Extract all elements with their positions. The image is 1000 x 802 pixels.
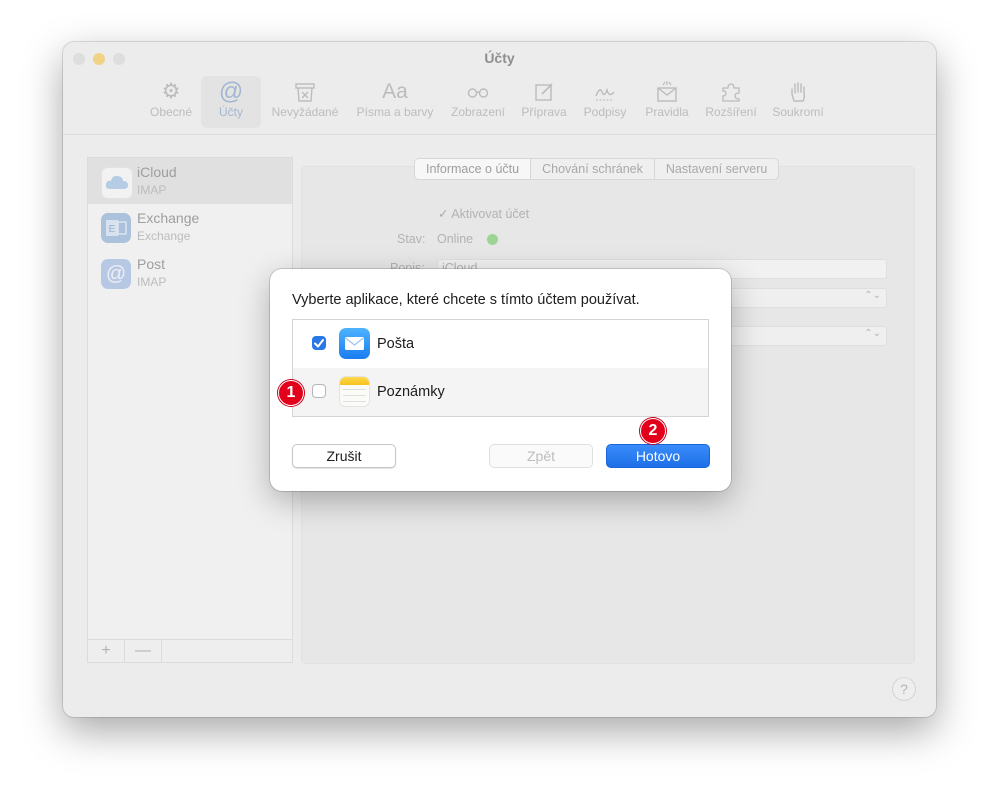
notes-app-icon xyxy=(339,376,370,407)
notes-checkbox[interactable] xyxy=(312,384,326,398)
dialog-message: Vyberte aplikace, které chcete s tímto ú… xyxy=(292,292,640,308)
cancel-button[interactable]: Zrušit xyxy=(292,444,396,468)
back-button[interactable]: Zpět xyxy=(489,444,593,468)
apps-list: Pošta Poznámky xyxy=(292,319,709,417)
app-row-notes[interactable]: Poznámky xyxy=(293,368,708,416)
mail-label: Pošta xyxy=(377,336,415,352)
notes-label: Poznámky xyxy=(377,384,445,400)
mail-checkbox[interactable] xyxy=(312,336,326,350)
callout-badge-1: 1 xyxy=(278,380,304,406)
done-button[interactable]: Hotovo xyxy=(606,444,710,468)
app-row-mail[interactable]: Pošta xyxy=(293,320,708,368)
callout-badge-2: 2 xyxy=(640,418,666,444)
mail-app-icon xyxy=(339,328,370,359)
select-apps-dialog: Vyberte aplikace, které chcete s tímto ú… xyxy=(270,269,731,491)
